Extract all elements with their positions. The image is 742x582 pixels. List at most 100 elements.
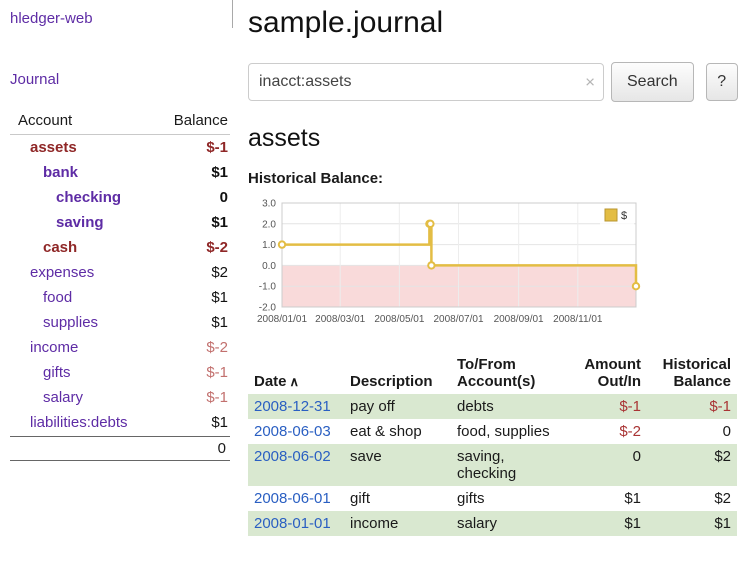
help-button[interactable]: ? <box>706 63 738 101</box>
chart-title: Historical Balance: <box>248 170 740 187</box>
transaction-description: save <box>344 444 451 486</box>
account-balance: $1 <box>211 414 228 431</box>
account-row: saving $1 <box>10 210 230 235</box>
clear-search-icon[interactable]: × <box>585 74 595 91</box>
transaction-amount: $-2 <box>569 419 647 444</box>
legend-label: $ <box>621 210 627 222</box>
transaction-accounts: saving, checking <box>451 444 569 486</box>
transaction-amount: $-1 <box>569 394 647 419</box>
account-row: bank $1 <box>10 160 230 185</box>
panel-divider <box>232 0 233 28</box>
account-link-expenses[interactable]: expenses <box>30 264 94 281</box>
account-link-liabilities-debts[interactable]: liabilities:debts <box>30 414 128 431</box>
transaction-description: income <box>344 511 451 536</box>
column-header-description: Description <box>344 354 451 394</box>
transaction-balance: $2 <box>647 444 737 486</box>
account-link-food[interactable]: food <box>43 289 72 306</box>
transaction-date-link[interactable]: 2008-06-02 <box>254 448 331 465</box>
register-table: Date∧ Description To/From Account(s) Amo… <box>248 354 737 536</box>
data-point-marker <box>427 221 433 227</box>
account-row: expenses $2 <box>10 260 230 285</box>
account-row: salary $-1 <box>10 385 230 410</box>
transaction-balance: $-1 <box>647 394 737 419</box>
transaction-date-cell: 2008-01-01 <box>248 511 344 536</box>
svg-text:-1.0: -1.0 <box>259 282 277 293</box>
account-row: assets $-1 <box>10 135 230 160</box>
data-point-marker <box>633 283 639 289</box>
transaction-date-link[interactable]: 2008-01-01 <box>254 515 331 532</box>
page-title: sample.journal <box>248 6 740 40</box>
nav-journal-link[interactable]: Journal <box>10 71 246 88</box>
balance-chart: 3.02.01.00.0-1.0-2.02008/01/012008/03/01… <box>248 195 740 338</box>
account-link-gifts[interactable]: gifts <box>43 364 71 381</box>
account-row: supplies$1 <box>10 310 230 335</box>
account-balance: 0 <box>220 189 228 206</box>
transaction-accounts: gifts <box>451 486 569 511</box>
account-link-bank[interactable]: bank <box>43 164 78 181</box>
search-input[interactable] <box>248 63 604 101</box>
register-row: 2008-06-02 savesaving, checking0$2 <box>248 444 737 486</box>
search-bar: × Search ? <box>248 62 740 102</box>
register-row: 2008-12-31pay offdebts$-1$-1 <box>248 394 737 419</box>
transaction-description: gift <box>344 486 451 511</box>
svg-text:2008/11/01: 2008/11/01 <box>553 314 603 325</box>
transaction-date-link[interactable]: 2008-06-01 <box>254 490 331 507</box>
accounts-panel: Account Balance assets$-1bank$1checking0… <box>10 112 246 461</box>
register-row: 2008-06-01giftgifts$1$2 <box>248 486 737 511</box>
account-link-assets[interactable]: assets <box>30 139 77 156</box>
transaction-amount: $1 <box>569 511 647 536</box>
svg-text:2008/01/01: 2008/01/01 <box>257 314 307 325</box>
accounts-total-row: 0 <box>10 436 230 461</box>
svg-text:2008/07/01: 2008/07/01 <box>433 314 483 325</box>
svg-text:3.0: 3.0 <box>262 199 276 210</box>
account-balance: $1 <box>211 214 228 231</box>
search-button[interactable]: Search <box>611 62 694 102</box>
register-row: 2008-06-03eat & shopfood, supplies$-20 <box>248 419 737 444</box>
transaction-date-cell: 2008-06-03 <box>248 419 344 444</box>
accounts-list: assets $-1 bank $1 checking 0 saving $1 cash $-2 e… <box>10 135 230 435</box>
transaction-description: eat & shop <box>344 419 451 444</box>
transaction-balance: $2 <box>647 486 737 511</box>
account-balance: $1 <box>211 164 228 181</box>
transaction-date-link[interactable]: 2008-06-03 <box>254 423 331 440</box>
account-link-checking[interactable]: checking <box>56 189 121 206</box>
account-balance: $1 <box>211 289 228 306</box>
account-link-saving[interactable]: saving <box>56 214 104 231</box>
svg-text:2.0: 2.0 <box>262 219 276 230</box>
account-link-supplies[interactable]: supplies <box>43 314 98 331</box>
column-header-balance: Historical Balance <box>647 354 737 394</box>
transaction-description: pay off <box>344 394 451 419</box>
svg-text:2008/03/01: 2008/03/01 <box>315 314 365 325</box>
svg-text:2008/05/01: 2008/05/01 <box>374 314 424 325</box>
account-heading: assets <box>248 124 740 153</box>
column-header-amount: Amount Out/In <box>569 354 647 394</box>
transaction-accounts: debts <box>451 394 569 419</box>
account-balance: $-1 <box>206 364 228 381</box>
account-link-cash[interactable]: cash <box>43 239 77 256</box>
balance-chart-svg: 3.02.01.00.0-1.0-2.02008/01/012008/03/01… <box>248 195 642 335</box>
account-balance: $-1 <box>206 139 228 156</box>
account-row: income $-2 <box>10 335 230 360</box>
account-balance: $2 <box>211 264 228 281</box>
legend-swatch <box>605 209 617 221</box>
register-table-body: 2008-12-31pay offdebts$-1$-12008-06-03ea… <box>248 394 737 536</box>
account-link-salary[interactable]: salary <box>43 389 83 406</box>
account-link-income[interactable]: income <box>30 339 78 356</box>
column-header-date[interactable]: Date∧ <box>248 354 344 394</box>
svg-text:0.0: 0.0 <box>262 261 276 272</box>
account-balance: $-2 <box>206 339 228 356</box>
sort-ascending-icon: ∧ <box>290 374 300 389</box>
account-balance: $-2 <box>206 239 228 256</box>
svg-text:1.0: 1.0 <box>262 240 276 251</box>
transaction-amount: 0 <box>569 444 647 486</box>
register-row: 2008-01-01incomesalary$1$1 <box>248 511 737 536</box>
transaction-balance: 0 <box>647 419 737 444</box>
data-point-marker <box>279 241 285 247</box>
account-row: food $1 <box>10 285 230 310</box>
transaction-balance: $1 <box>647 511 737 536</box>
account-balance: $-1 <box>206 389 228 406</box>
data-point-marker <box>428 262 434 268</box>
brand-link[interactable]: hledger-web <box>10 10 93 27</box>
svg-text:2008/09/01: 2008/09/01 <box>494 314 544 325</box>
transaction-date-link[interactable]: 2008-12-31 <box>254 398 331 415</box>
